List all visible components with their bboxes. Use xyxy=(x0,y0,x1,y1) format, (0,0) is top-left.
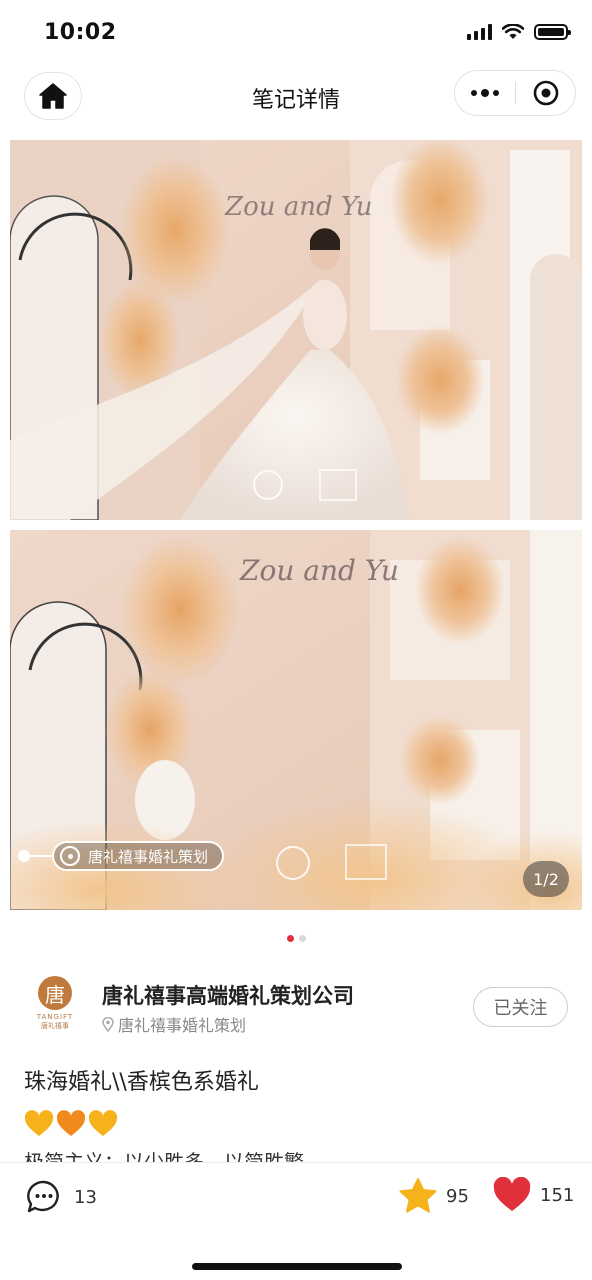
like-count: 151 xyxy=(540,1184,575,1206)
battery-icon xyxy=(534,24,571,40)
status-icons xyxy=(467,24,571,40)
like-button[interactable]: 151 xyxy=(492,1177,574,1213)
close-mini-program-button[interactable] xyxy=(516,71,575,115)
author-logo-brand: TANGIFT xyxy=(36,1013,74,1021)
nav-bar: 笔记详情 xyxy=(0,64,592,130)
note-photo-1[interactable]: Zou and Yu xyxy=(10,140,582,520)
more-dot-icon xyxy=(493,90,499,96)
target-close-icon xyxy=(533,80,558,106)
svg-text:Zou and Yu: Zou and Yu xyxy=(224,192,373,222)
location-tag[interactable]: 唐礼禧事婚礼策划 xyxy=(18,841,225,871)
home-indicator[interactable] xyxy=(192,1263,402,1270)
comment-icon xyxy=(27,1180,59,1213)
cellular-signal-icon xyxy=(467,24,492,40)
note-body-preview: 极简主义：以少胜多，以简胜繁 xyxy=(24,1150,304,1162)
location-tag-anchor-dot xyxy=(18,850,30,862)
mini-program-capsule xyxy=(454,70,576,116)
heart-icon xyxy=(493,1177,531,1211)
location-tag-line xyxy=(30,855,52,857)
favorite-button[interactable]: 95 xyxy=(398,1177,469,1215)
follow-button[interactable]: 已关注 xyxy=(473,987,568,1027)
svg-text:Zou and Yu: Zou and Yu xyxy=(239,554,399,587)
star-icon xyxy=(399,1178,437,1213)
wedding-photo-image-1: Zou and Yu xyxy=(10,140,582,520)
location-pin-icon xyxy=(102,1016,114,1032)
bottom-action-bar: 13 95 151 xyxy=(0,1162,592,1280)
comment-count: 13 xyxy=(74,1186,97,1208)
author-name[interactable]: 唐礼禧事高端婚礼策划公司 xyxy=(102,980,354,1010)
status-time: 10:02 xyxy=(44,20,117,45)
author-logo-mark: 唐 xyxy=(38,976,72,1010)
author-location-text: 唐礼禧事婚礼策划 xyxy=(118,1016,247,1035)
location-pin-icon xyxy=(60,846,80,866)
author-row: 唐 TANGIFT 唐礼禧事 唐礼禧事高端婚礼策划公司 唐礼禧事婚礼策划 已关注 xyxy=(0,970,592,1040)
author-avatar[interactable]: 唐 TANGIFT 唐礼禧事 xyxy=(26,976,84,1034)
author-location: 唐礼禧事婚礼策划 xyxy=(102,1012,246,1036)
yellow-heart-icon xyxy=(24,1110,54,1136)
photo-page-indicator: 1/2 xyxy=(523,861,569,897)
note-emojis xyxy=(24,1110,118,1138)
favorite-count: 95 xyxy=(446,1185,469,1207)
carousel-dot[interactable] xyxy=(298,935,306,942)
yellow-heart-icon xyxy=(88,1110,118,1136)
carousel-dots xyxy=(0,935,592,942)
note-title: 珠海婚礼\\香槟色系婚礼 xyxy=(24,1070,259,1095)
more-button[interactable] xyxy=(455,71,515,115)
author-logo-brand-cn: 唐礼禧事 xyxy=(41,1022,69,1030)
more-dot-icon xyxy=(471,90,477,96)
wifi-icon xyxy=(502,24,524,39)
carousel-dot-active[interactable] xyxy=(286,935,294,942)
location-tag-text: 唐礼禧事婚礼策划 xyxy=(88,847,209,866)
more-dot-icon xyxy=(481,89,489,97)
comment-button[interactable]: 13 xyxy=(26,1179,97,1215)
status-bar: 10:02 xyxy=(0,0,592,64)
location-tag-pill: 唐礼禧事婚礼策划 xyxy=(52,841,225,871)
orange-heart-icon xyxy=(56,1110,86,1136)
